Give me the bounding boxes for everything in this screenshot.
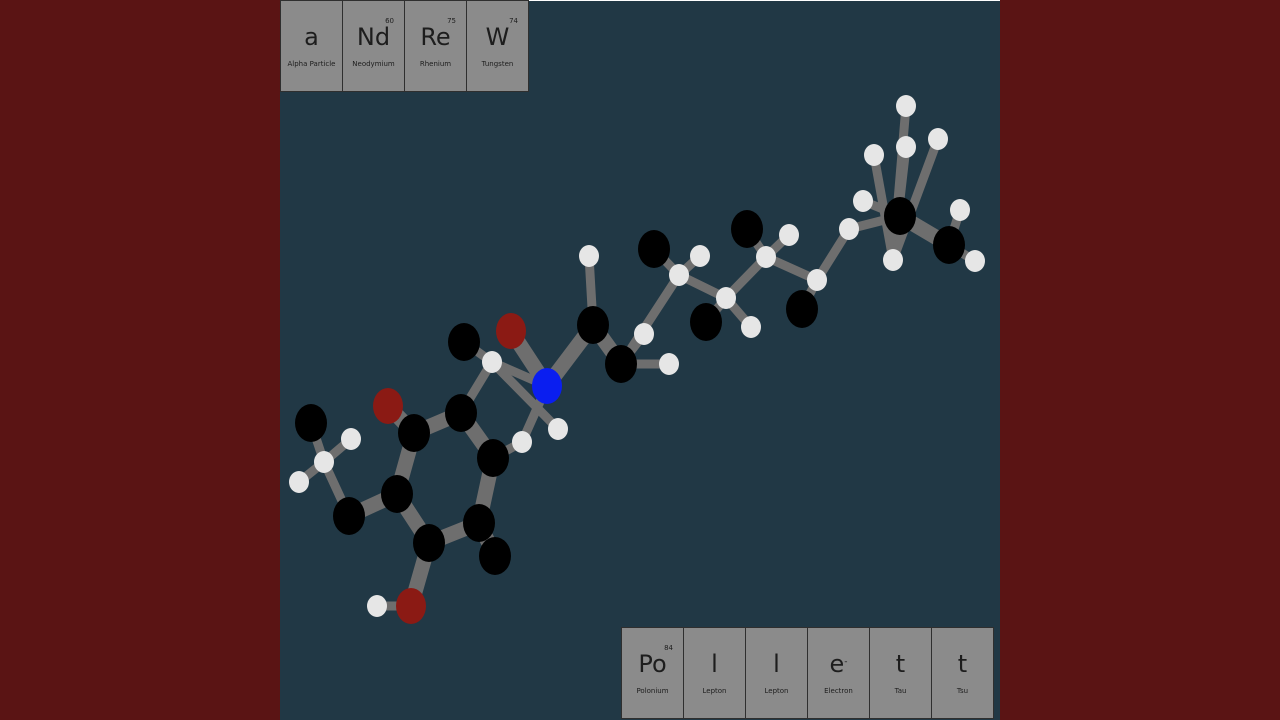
- charge-superscript: -: [844, 657, 848, 667]
- element-tile[interactable]: l Lepton: [683, 627, 746, 719]
- carbon-atom: [463, 504, 495, 542]
- oxygen-atom: [496, 313, 526, 349]
- hydrogen-atom: [579, 245, 599, 267]
- carbon-atom: [398, 414, 430, 452]
- element-symbol: W: [485, 23, 510, 51]
- hydrogen-atom: [548, 418, 568, 440]
- element-tile[interactable]: t Tau: [869, 627, 932, 719]
- element-name: Lepton: [702, 687, 727, 695]
- carbon-atom: [477, 439, 509, 477]
- element-name: Electron: [824, 687, 853, 695]
- carbon-atom: [413, 524, 445, 562]
- element-symbol: t: [895, 650, 906, 678]
- element-name: Lepton: [764, 687, 789, 695]
- hydrogen-atom: [367, 595, 387, 617]
- element-symbol: Nd: [356, 23, 391, 51]
- hydrogen-atom: [669, 264, 689, 286]
- carbon-atom: [690, 303, 722, 341]
- element-tile[interactable]: Re 75 Rhenium: [404, 0, 467, 92]
- hydrogen-atom: [741, 316, 761, 338]
- element-name: Rhenium: [419, 60, 452, 68]
- hydrogen-atom: [314, 451, 334, 473]
- element-name: Neodymium: [352, 60, 395, 68]
- molecule-viewport[interactable]: [280, 0, 1000, 720]
- carbon-atom: [638, 230, 670, 268]
- element-symbol: t: [957, 650, 968, 678]
- carbon-atom: [577, 306, 609, 344]
- element-symbol: a: [304, 23, 319, 51]
- element-tile[interactable]: t Tsu: [931, 627, 994, 719]
- element-name: Tsu: [956, 687, 969, 695]
- carbon-atom: [731, 210, 763, 248]
- hydrogen-atom: [807, 269, 827, 291]
- bond-layer: [294, 101, 980, 614]
- element-name: Alpha Particle: [287, 60, 336, 68]
- element-tile[interactable]: Po 84 Polonium: [621, 627, 684, 719]
- element-symbol-with-charge: e-: [808, 650, 869, 678]
- carbon-atom: [884, 197, 916, 235]
- element-symbol: l: [773, 650, 780, 678]
- element-tile[interactable]: Nd 60 Neodymium: [342, 0, 405, 92]
- element-name: Tungsten: [481, 60, 514, 68]
- element-tile[interactable]: l Lepton: [745, 627, 808, 719]
- hydrogen-atom: [950, 199, 970, 221]
- element-symbol: Re: [420, 23, 451, 51]
- hydrogen-atom: [482, 351, 502, 373]
- atomic-number: 74: [509, 17, 518, 25]
- element-symbol: e: [829, 650, 845, 678]
- hydrogen-atom: [341, 428, 361, 450]
- hydrogen-atom: [690, 245, 710, 267]
- carbon-atom: [333, 497, 365, 535]
- hydrogen-atom: [634, 323, 654, 345]
- element-symbol: l: [711, 650, 718, 678]
- element-tile[interactable]: W 74 Tungsten: [466, 0, 529, 92]
- carbon-atom: [445, 394, 477, 432]
- element-tile[interactable]: a Alpha Particle: [280, 0, 343, 92]
- carbon-atom: [448, 323, 480, 361]
- hydrogen-atom: [289, 471, 309, 493]
- top-element-word: a Alpha Particle Nd 60 Neodymium Re 75 R…: [280, 0, 529, 92]
- atomic-number: 84: [664, 644, 673, 652]
- hydrogen-atom: [965, 250, 985, 272]
- carbon-atom: [933, 226, 965, 264]
- nitrogen-atom: [532, 368, 562, 404]
- hydrogen-atom: [512, 431, 532, 453]
- carbon-atom: [295, 404, 327, 442]
- hydrogen-atom: [853, 190, 873, 212]
- hydrogen-atom: [896, 95, 916, 117]
- hydrogen-atom: [928, 128, 948, 150]
- hydrogen-atom: [864, 144, 884, 166]
- element-tile[interactable]: e- Electron: [807, 627, 870, 719]
- element-name: Tau: [894, 687, 907, 695]
- element-name: Polonium: [636, 687, 669, 695]
- atomic-number: 60: [385, 17, 394, 25]
- bottom-element-word: Po 84 Polonium l Lepton l Lepton e- Elec…: [621, 627, 994, 719]
- carbon-atom: [479, 537, 511, 575]
- carbon-atom: [605, 345, 637, 383]
- hydrogen-atom: [779, 224, 799, 246]
- molecule-model: [289, 95, 985, 624]
- carbon-atom: [786, 290, 818, 328]
- hydrogen-atom: [716, 287, 736, 309]
- hydrogen-atom: [659, 353, 679, 375]
- oxygen-atom: [373, 388, 403, 424]
- hydrogen-atom: [756, 246, 776, 268]
- atomic-number: 75: [447, 17, 456, 25]
- hydrogen-atom: [839, 218, 859, 240]
- hydrogen-atom: [896, 136, 916, 158]
- element-symbol: Po: [638, 650, 667, 678]
- oxygen-atom: [396, 588, 426, 624]
- hydrogen-atom: [883, 249, 903, 271]
- carbon-atom: [381, 475, 413, 513]
